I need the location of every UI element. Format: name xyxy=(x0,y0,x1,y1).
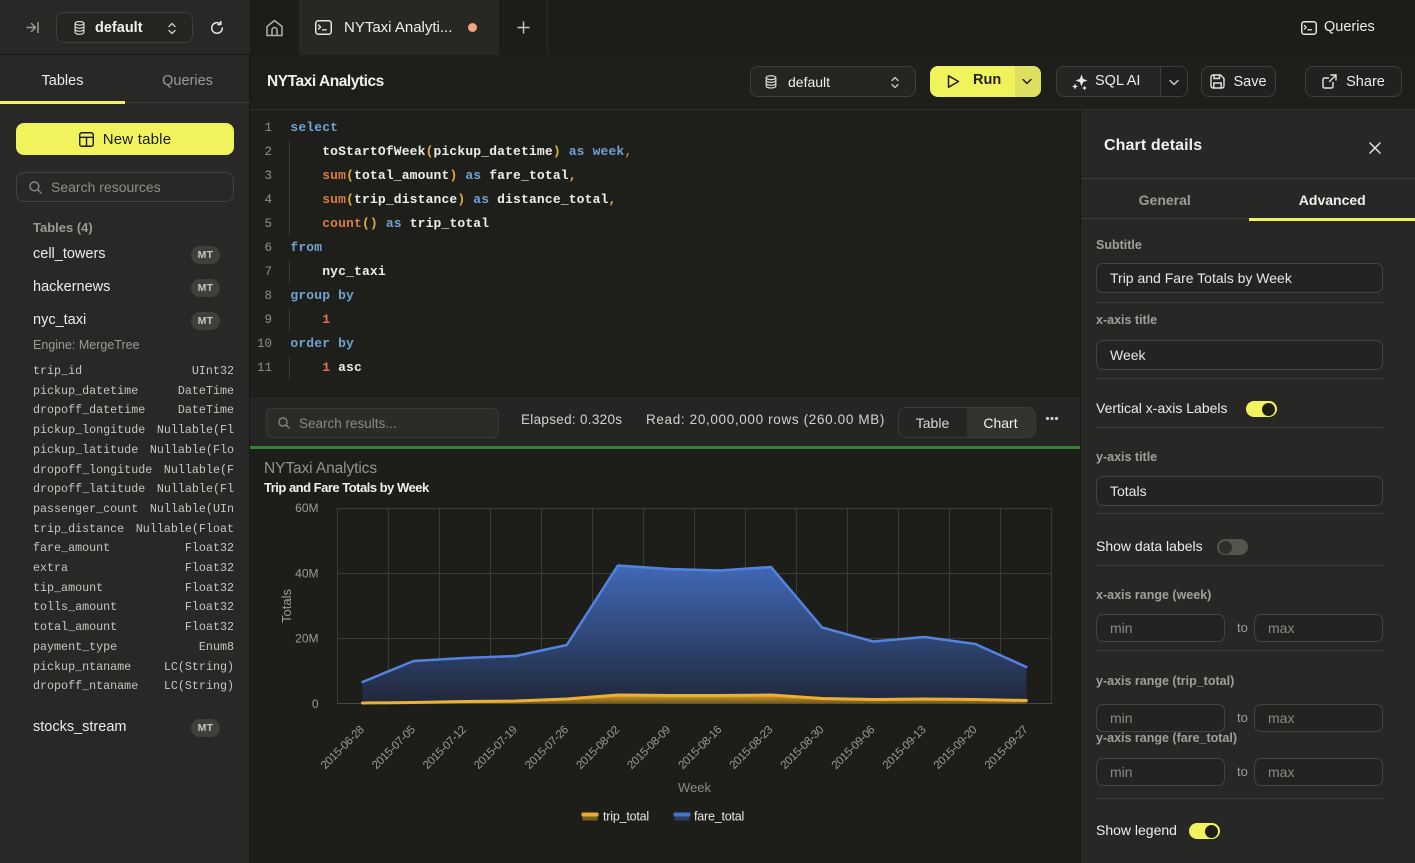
svg-text:2015-07-26: 2015-07-26 xyxy=(523,724,571,772)
svg-text:0: 0 xyxy=(312,697,319,711)
svg-text:2015-08-09: 2015-08-09 xyxy=(625,724,673,772)
svg-text:Week: Week xyxy=(678,780,711,795)
svg-text:40M: 40M xyxy=(295,566,318,580)
svg-text:2015-07-05: 2015-07-05 xyxy=(370,724,418,772)
svg-text:Totals: Totals xyxy=(279,589,294,623)
svg-text:trip_total: trip_total xyxy=(603,810,649,824)
svg-text:2015-06-28: 2015-06-28 xyxy=(319,724,367,772)
svg-text:2015-08-02: 2015-08-02 xyxy=(574,724,622,772)
svg-text:60M: 60M xyxy=(295,501,318,515)
svg-text:2015-07-12: 2015-07-12 xyxy=(421,724,469,772)
svg-text:fare_total: fare_total xyxy=(694,810,744,824)
svg-text:2015-09-27: 2015-09-27 xyxy=(983,724,1031,772)
svg-text:2015-09-20: 2015-09-20 xyxy=(932,724,980,772)
svg-text:2015-08-23: 2015-08-23 xyxy=(728,724,776,772)
svg-text:20M: 20M xyxy=(295,632,318,646)
svg-text:2015-09-06: 2015-09-06 xyxy=(830,724,878,772)
svg-text:2015-09-13: 2015-09-13 xyxy=(881,724,929,772)
svg-text:2015-07-19: 2015-07-19 xyxy=(472,724,520,772)
svg-text:2015-08-16: 2015-08-16 xyxy=(677,724,725,772)
svg-text:2015-08-30: 2015-08-30 xyxy=(779,724,827,772)
